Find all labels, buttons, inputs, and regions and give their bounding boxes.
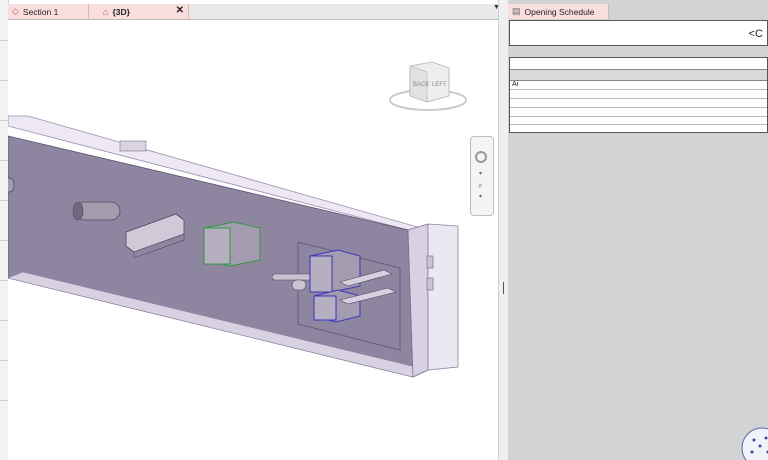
steering-wheel-icon[interactable] xyxy=(475,151,487,163)
project-location-icon xyxy=(741,427,768,460)
viewcube-back-face: BACK xyxy=(413,82,429,88)
navigation-bar[interactable]: ▾ ⌕ ▾ xyxy=(470,136,494,216)
schedule-title-text: <C xyxy=(748,28,763,40)
viewcube-left-face: LEFT xyxy=(432,82,447,88)
schedule-title-cell[interactable]: <C xyxy=(509,20,768,46)
zoom-icon[interactable]: ⌕ xyxy=(478,181,482,191)
splitter-grip[interactable] xyxy=(503,282,504,294)
schedule-grid[interactable]: Ai xyxy=(509,57,768,133)
view-tab-bar: ◇ Section 1 ⌂ {3D} ✕ xyxy=(8,4,506,20)
section-view-icon: ◇ xyxy=(12,6,19,16)
tab-3d-view[interactable]: ⌂ {3D} ✕ xyxy=(89,4,189,19)
tab-label: Section 1 xyxy=(22,6,59,17)
zoom-dropdown-icon[interactable]: ▾ xyxy=(479,193,482,200)
3d-view-icon: ⌂ xyxy=(103,6,109,17)
nav-dropdown-icon[interactable]: ▾ xyxy=(479,170,482,177)
view-cube[interactable]: BACK LEFT xyxy=(387,58,469,114)
tab-label: {3D} xyxy=(112,6,130,17)
schedule-pane: ▤ Opening Schedule <C Ai xyxy=(508,0,768,460)
schedule-cell[interactable]: Ai xyxy=(512,81,518,88)
close-icon[interactable]: ✕ xyxy=(176,5,184,16)
schedule-icon: ▤ xyxy=(512,6,521,16)
schedule-header-row xyxy=(510,69,767,81)
tab-section-1[interactable]: ◇ Section 1 xyxy=(8,4,89,19)
tab-opening-schedule[interactable]: ▤ Opening Schedule xyxy=(508,4,609,19)
tab-label: Opening Schedule xyxy=(524,6,595,17)
